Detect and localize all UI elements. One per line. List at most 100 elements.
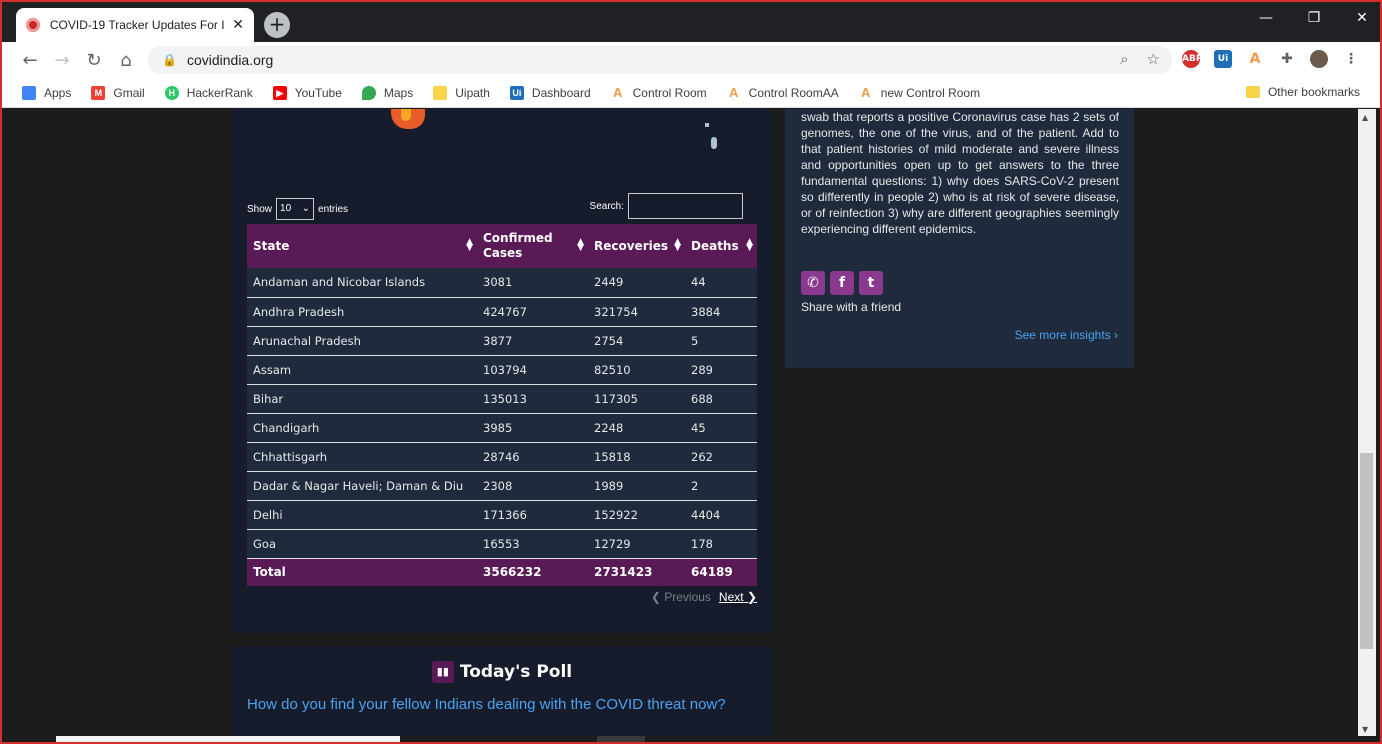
restore-button[interactable]: ❐	[1304, 10, 1324, 26]
whatsapp-icon[interactable]: ✆	[801, 271, 825, 295]
scroll-down-arrow-icon[interactable]: ▼	[1362, 725, 1368, 734]
covid-favicon-icon	[26, 18, 40, 32]
cell-deaths: 44	[691, 275, 706, 290]
tab-title: COVID-19 Tracker Updates For In	[49, 18, 225, 32]
table-row: Andaman and Nicobar Islands 3081 2449 44	[247, 268, 757, 297]
bookmarks-bar: Apps M Gmail H HackerRank ▶ YouTube Maps Ui…	[0, 78, 1382, 108]
adblock-icon[interactable]: ABP	[1182, 50, 1202, 68]
table-controls: Show 10 ⌄ entries Search:	[247, 193, 757, 220]
table-row: Chandigarh 3985 2248 45	[247, 413, 757, 442]
zoom-icon[interactable]: ⌕	[1120, 50, 1128, 68]
entries-select[interactable]: 10 ⌄	[276, 198, 315, 220]
share-label: Share with a friend	[801, 300, 902, 314]
header-recoveries[interactable]: Recoveries ▲ ▼	[588, 224, 685, 268]
island-marker	[711, 137, 717, 149]
minimize-button[interactable]: —	[1256, 10, 1276, 26]
menu-dots-icon[interactable]: ⋮	[1342, 50, 1360, 68]
search-label: Search:	[589, 200, 624, 212]
facebook-icon[interactable]: f	[830, 271, 854, 295]
chevron-down-icon: ⌄	[301, 203, 311, 214]
see-more-insights-link[interactable]: See more insights ›	[1015, 328, 1118, 342]
profile-avatar[interactable]	[1310, 50, 1328, 68]
table-row: Assam 103794 82510 289	[247, 355, 757, 384]
cell-recoveries: 2449	[594, 275, 624, 290]
folder-icon	[1245, 86, 1260, 98]
maps-icon	[361, 85, 376, 100]
bookmark-maps[interactable]: Maps	[361, 85, 413, 100]
bookmark-gmail[interactable]: M Gmail	[91, 85, 145, 100]
tab-close-icon[interactable]: ✕	[232, 17, 244, 33]
cell-state: Delhi	[253, 507, 283, 522]
insight-card: swab that reports a positive Coronavirus…	[785, 109, 1134, 368]
total-deaths: 64189	[691, 565, 733, 580]
cell-state: Assam	[253, 362, 292, 377]
search-input[interactable]	[628, 193, 743, 219]
control-room-icon: A	[610, 85, 625, 100]
hackerrank-icon: H	[164, 85, 179, 100]
close-window-button[interactable]: ✕	[1352, 10, 1372, 26]
cell-deaths: 2	[691, 478, 699, 493]
bookmark-dashboard[interactable]: Ui Dashboard	[509, 85, 591, 100]
table-row: Arunachal Pradesh 3877 2754 5	[247, 326, 757, 355]
cell-recoveries: 2248	[594, 420, 624, 435]
total-recoveries: 2731423	[594, 565, 653, 580]
table-row: Bihar 135013 117305 688	[247, 384, 757, 413]
sort-icon: ▲ ▼	[577, 237, 584, 253]
new-tab-button[interactable]: +	[264, 12, 290, 38]
browser-tab[interactable]: COVID-19 Tracker Updates For In ✕	[16, 8, 254, 42]
scrollbar-thumb[interactable]	[1360, 453, 1373, 649]
bookmark-youtube[interactable]: ▶ YouTube	[272, 85, 342, 100]
apps-grid-icon	[22, 85, 36, 100]
header-confirmed[interactable]: Confirmed Cases ▲ ▼	[477, 224, 588, 268]
forward-arrow-icon[interactable]: →	[46, 50, 78, 71]
next-button[interactable]: Next ❯	[719, 590, 757, 604]
poll-question-link[interactable]: How do you find your fellow Indians deal…	[247, 696, 747, 713]
sort-icon: ▲ ▼	[466, 237, 473, 253]
address-bar[interactable]: 🔒 covidindia.org ⌕ ☆	[148, 46, 1172, 74]
cell-confirmed: 3985	[483, 420, 513, 435]
previous-button[interactable]: ❮ Previous	[651, 590, 711, 604]
cell-state: Andaman and Nicobar Islands	[253, 275, 426, 290]
cell-deaths: 5	[691, 333, 699, 348]
cell-recoveries: 321754	[594, 304, 638, 319]
automation-anywhere-icon[interactable]: A	[1246, 50, 1264, 68]
cell-recoveries: 1989	[594, 478, 624, 493]
bookmark-star-icon[interactable]: ☆	[1147, 50, 1160, 68]
cell-state: Bihar	[253, 391, 284, 406]
page-viewport: Show 10 ⌄ entries Search: State ▲ ▼ Confir…	[0, 109, 1360, 744]
home-icon[interactable]: ⌂	[110, 50, 142, 71]
scroll-up-arrow-icon[interactable]: ▲	[1362, 113, 1368, 122]
bookmark-uipath[interactable]: Uipath	[433, 85, 490, 100]
table-row: Delhi 171366 152922 4404	[247, 500, 757, 529]
cell-state: Dadar & Nagar Haveli; Daman & Diu	[253, 478, 464, 493]
header-state[interactable]: State ▲ ▼	[247, 224, 477, 268]
lock-icon: 🔒	[162, 53, 177, 67]
taskbar-item	[56, 736, 400, 744]
extensions-puzzle-icon[interactable]: ✚	[1278, 50, 1296, 68]
cell-confirmed: 3877	[483, 333, 513, 348]
uipath-extension-icon[interactable]: Ui	[1214, 50, 1232, 68]
bookmark-new-control-room[interactable]: Anew Control Room	[858, 85, 980, 100]
bookmark-apps[interactable]: Apps	[22, 85, 71, 100]
cell-state: Andhra Pradesh	[253, 304, 345, 319]
table-row: Chhattisgarh 28746 15818 262	[247, 442, 757, 471]
back-arrow-icon[interactable]: ←	[14, 50, 46, 71]
page-scrollbar[interactable]: ▲ ▼	[1358, 109, 1376, 736]
cell-deaths: 4404	[691, 507, 721, 522]
bookmark-control-room[interactable]: A Control Room	[610, 85, 707, 100]
other-bookmarks[interactable]: Other bookmarks	[1245, 85, 1360, 99]
states-table: State ▲ ▼ Confirmed Cases ▲ ▼ Recoveries ▲ ▼ D…	[247, 224, 757, 586]
bookmark-control-room-aa[interactable]: A Control RoomAA	[726, 85, 839, 100]
twitter-icon[interactable]: t	[859, 271, 883, 295]
gmail-icon: M	[91, 85, 106, 100]
entries-label: entries	[318, 203, 349, 215]
bookmark-hackerrank[interactable]: H HackerRank	[164, 85, 253, 100]
cell-confirmed: 28746	[483, 449, 520, 464]
table-header-row: State ▲ ▼ Confirmed Cases ▲ ▼ Recoveries ▲ ▼ D…	[247, 224, 757, 268]
cell-deaths: 178	[691, 536, 713, 551]
header-deaths[interactable]: Deaths ▲ ▼	[685, 224, 757, 268]
table-row: Dadar & Nagar Haveli; Daman & Diu 2308 198…	[247, 471, 757, 500]
tab-strip: COVID-19 Tracker Updates For In ✕ + — ❐ …	[0, 0, 1382, 42]
table-row: Andhra Pradesh 424767 321754 3884	[247, 297, 757, 326]
reload-icon[interactable]: ↻	[78, 50, 110, 71]
